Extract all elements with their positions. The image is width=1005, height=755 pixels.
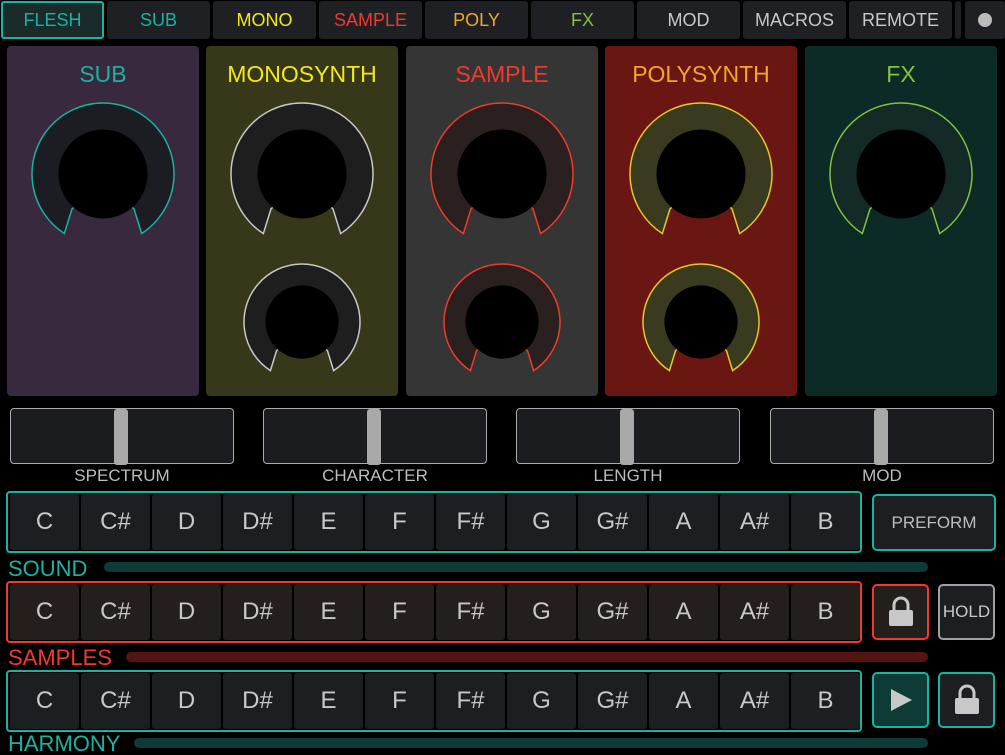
harmony-key-e[interactable]: E [294,673,363,729]
sound-key-e[interactable]: E [294,494,363,550]
harmony-key-f[interactable]: F [365,673,434,729]
harmony-key-c[interactable]: C [10,673,79,729]
sound-key-dsharp[interactable]: D# [223,494,292,550]
panel-title: SAMPLE [455,61,549,87]
spectrum-slider-label: SPECTRUM [74,466,170,485]
tab-mod[interactable]: MOD [637,1,740,39]
harmony-key-d[interactable]: D [152,673,221,729]
polysynth-secondary-knob[interactable] [641,262,761,387]
tab-sub[interactable]: SUB [107,1,210,39]
samples-key-gsharp[interactable]: G# [578,584,647,640]
monosynth-secondary-knob[interactable] [242,262,362,387]
sub-main-knob[interactable] [30,101,176,252]
play-button[interactable] [872,672,929,728]
panel-title: MONOSYNTH [227,61,377,87]
slider-thumb[interactable] [114,409,128,465]
samples-key-e[interactable]: E [294,584,363,640]
harmony-level-bar[interactable] [134,738,928,748]
samples-key-asharp[interactable]: A# [720,584,789,640]
samples-level-bar[interactable] [126,652,928,662]
panel-sub: SUB [7,46,199,396]
harmony-key-gsharp[interactable]: G# [578,673,647,729]
harmony-key-csharp[interactable]: C# [81,673,150,729]
sample-main-knob[interactable] [429,101,575,252]
samples-key-fsharp[interactable]: F# [436,584,505,640]
tab-macros[interactable]: MACROS [743,1,846,39]
samples-key-d[interactable]: D [152,584,221,640]
play-icon [890,689,912,711]
panel-monosynth: MONOSYNTH [206,46,398,396]
sound-keyboard: C C# D D# E F F# G G# A A# B [6,491,862,553]
samples-key-g[interactable]: G [507,584,576,640]
tab-remote[interactable]: REMOTE [849,1,952,39]
sound-key-d[interactable]: D [152,494,221,550]
slider-thumb[interactable] [620,409,634,465]
tab-fx[interactable]: FX [531,1,634,39]
harmony-keyboard: C C# D D# E F F# G G# A A# B [6,670,862,732]
samples-key-c[interactable]: C [10,584,79,640]
tab-poly[interactable]: POLY [425,1,528,39]
samples-key-f[interactable]: F [365,584,434,640]
record-dot-icon [978,13,992,27]
harmony-key-dsharp[interactable]: D# [223,673,292,729]
tab-mono[interactable]: MONO [213,1,316,39]
panel-fx: FX [805,46,997,396]
mod-slider-label: MOD [862,466,902,485]
character-slider-label: CHARACTER [322,466,428,485]
harmony-key-fsharp[interactable]: F# [436,673,505,729]
tab-flesh[interactable]: FLESH [1,1,104,39]
tab-sample[interactable]: SAMPLE [319,1,422,39]
panel-polysynth: POLYSYNTH [605,46,797,396]
record-button[interactable] [965,1,1005,39]
harmony-key-asharp[interactable]: A# [720,673,789,729]
samples-key-b[interactable]: B [791,584,860,640]
samples-key-csharp[interactable]: C# [81,584,150,640]
samples-keyboard: C C# D D# E F F# G G# A A# B [6,581,862,643]
panel-title: POLYSYNTH [632,61,770,87]
hold-label: HOLD [942,602,991,621]
panel-title: SUB [79,61,127,87]
sound-key-g[interactable]: G [507,494,576,550]
lock-icon [954,684,979,714]
harmony-key-b[interactable]: B [791,673,860,729]
preform-label: PREFORM [891,512,977,532]
length-slider-label: LENGTH [593,466,663,485]
panel-title: FX [886,61,916,87]
preform-button[interactable]: PREFORM [872,494,996,551]
samples-key-a[interactable]: A [649,584,718,640]
sound-label: SOUND [8,556,88,581]
samples-label: SAMPLES [8,645,112,670]
sound-key-asharp[interactable]: A# [720,494,789,550]
harmony-key-g[interactable]: G [507,673,576,729]
panel-sample: SAMPLE [406,46,598,396]
samples-lock-button[interactable] [872,584,929,640]
sound-key-c[interactable]: C [10,494,79,550]
character-slider[interactable] [263,408,487,465]
slider-thumb[interactable] [874,409,888,465]
sound-level-bar[interactable] [104,562,928,572]
sound-key-gsharp[interactable]: G# [578,494,647,550]
spectrum-slider[interactable] [10,408,234,465]
samples-key-dsharp[interactable]: D# [223,584,292,640]
slider-thumb[interactable] [367,409,381,465]
length-slider[interactable] [516,408,740,465]
hold-button[interactable]: HOLD [938,584,995,640]
sound-key-csharp[interactable]: C# [81,494,150,550]
sample-secondary-knob[interactable] [442,262,562,387]
sound-key-b[interactable]: B [791,494,860,550]
harmony-label: HARMONY [8,731,121,755]
harmony-key-a[interactable]: A [649,673,718,729]
sound-key-fsharp[interactable]: F# [436,494,505,550]
harmony-lock-button[interactable] [938,672,995,728]
sound-key-f[interactable]: F [365,494,434,550]
sound-key-a[interactable]: A [649,494,718,550]
fx-main-knob[interactable] [828,101,974,252]
monosynth-main-knob[interactable] [229,101,375,252]
polysynth-main-knob[interactable] [628,101,774,252]
lock-icon [888,596,913,626]
mod-slider[interactable] [770,408,994,465]
tab-separator [955,1,961,39]
